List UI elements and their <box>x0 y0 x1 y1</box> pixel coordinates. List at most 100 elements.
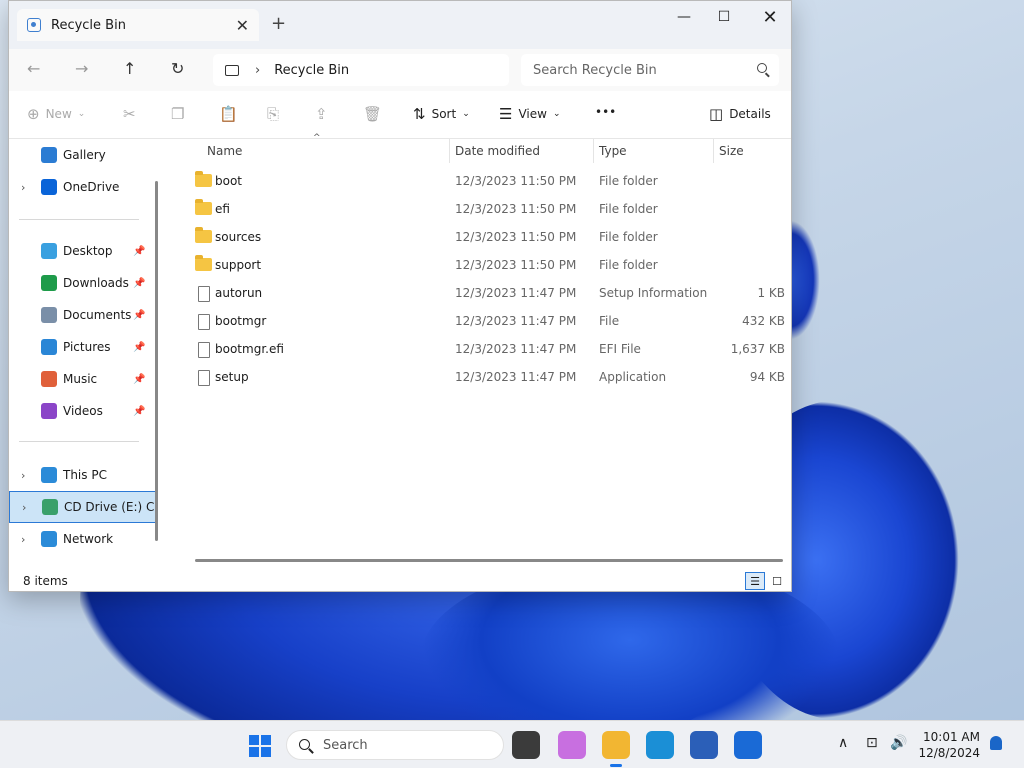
cell-date: 12/3/2023 11:47 PM <box>455 370 577 384</box>
refresh-button[interactable]: ↻ <box>171 59 184 78</box>
cell-name: boot <box>215 174 243 188</box>
notification-bell-icon[interactable] <box>990 736 1002 750</box>
forward-button[interactable]: → <box>75 59 88 78</box>
folder-icon <box>41 403 57 419</box>
file-icon <box>198 370 210 386</box>
cell-date: 12/3/2023 11:50 PM <box>455 174 577 188</box>
view-button[interactable]: ☰ View ⌄ <box>499 105 560 123</box>
maximize-button[interactable]: ☐ <box>701 1 747 33</box>
table-row[interactable]: efi 12/3/2023 11:50 PM File folder <box>181 195 781 223</box>
network-icon[interactable]: ⊡ <box>866 735 878 751</box>
search-icon <box>757 63 767 73</box>
table-row[interactable]: autorun 12/3/2023 11:47 PM Setup Informati… <box>181 279 785 307</box>
column-divider[interactable] <box>593 139 594 163</box>
sidebar-item-network[interactable]: › Network <box>9 523 157 555</box>
cut-button[interactable]: ✂ <box>123 105 136 123</box>
column-divider[interactable] <box>449 139 450 163</box>
file-icon <box>198 286 210 302</box>
breadcrumb-item[interactable]: Recycle Bin <box>274 63 349 78</box>
windows-logo-icon <box>261 747 271 757</box>
table-row[interactable]: bootmgr 12/3/2023 11:47 PM File 432 KB <box>181 307 785 335</box>
up-button[interactable]: ↑ <box>123 59 136 78</box>
file-icon <box>198 314 210 330</box>
details-pane-icon: ◫ <box>709 105 724 123</box>
column-header-name[interactable]: Name <box>207 139 242 163</box>
task-view-icon[interactable] <box>512 731 540 759</box>
cell-size: 94 KB <box>749 370 785 384</box>
sort-button[interactable]: ⇅ Sort ⌄ <box>413 105 470 123</box>
copy-button[interactable]: ❐ <box>171 105 184 123</box>
volume-icon[interactable]: 🔊 <box>890 735 907 751</box>
table-row[interactable]: bootmgr.efi 12/3/2023 11:47 PM EFI File 1,6… <box>181 335 785 363</box>
sidebar-item-onedrive[interactable]: › OneDrive <box>9 171 157 203</box>
cell-name: bootmgr.efi <box>215 342 284 356</box>
close-window-button[interactable]: ✕ <box>747 1 793 33</box>
more-options-button[interactable]: ••• <box>595 105 616 119</box>
pin-icon: 📌 <box>133 405 146 417</box>
column-header-type[interactable]: Type <box>599 139 627 163</box>
folder-icon <box>41 307 57 323</box>
sort-label: Sort <box>431 107 457 121</box>
edge-icon[interactable] <box>646 731 674 759</box>
chevron-right-icon[interactable]: › <box>255 63 260 78</box>
sidebar-item-cd-drive-e-cc[interactable]: › CD Drive (E:) CC <box>9 491 157 523</box>
details-pane-button[interactable]: ◫ Details <box>709 105 771 123</box>
column-divider[interactable] <box>713 139 714 163</box>
navigation-pane: Gallery › OneDrive Desktop 📌 Downloads 📌 Docume… <box>9 139 157 571</box>
windows-logo-icon <box>249 735 259 745</box>
cell-type: Application <box>599 370 667 384</box>
table-row[interactable]: support 12/3/2023 11:50 PM File folder <box>181 251 781 279</box>
start-button[interactable] <box>249 735 271 757</box>
cell-date: 12/3/2023 11:47 PM <box>455 342 577 356</box>
title-bar: Recycle Bin ✕ + — ☐ ✕ <box>9 1 791 49</box>
tiles-view-button[interactable]: ☐ <box>767 572 787 590</box>
paste-button[interactable]: 📋 <box>219 105 238 123</box>
breadcrumb[interactable]: › Recycle Bin <box>213 54 509 86</box>
expand-chevron-icon[interactable]: › <box>22 501 26 514</box>
rename-button[interactable]: ⎘ <box>267 105 279 123</box>
expand-chevron-icon[interactable]: › <box>21 469 25 482</box>
table-row[interactable]: setup 12/3/2023 11:47 PM Application 94 KB <box>181 363 785 391</box>
cell-name: support <box>215 258 262 272</box>
file-explorer-icon[interactable] <box>602 731 630 767</box>
cell-date: 12/3/2023 11:50 PM <box>455 230 577 244</box>
copy-icon: ❐ <box>171 105 185 123</box>
column-header-size[interactable]: Size <box>719 139 744 163</box>
sidebar-item-this-pc[interactable]: › This PC <box>9 459 157 491</box>
back-button[interactable]: ← <box>27 59 40 78</box>
expand-chevron-icon[interactable]: › <box>21 181 25 194</box>
sidebar-item-documents[interactable]: Documents 📌 <box>9 299 157 331</box>
tab-close-button[interactable]: ✕ <box>236 16 249 35</box>
cell-name: sources <box>215 230 262 244</box>
taskbar-search-box[interactable]: Search <box>286 730 504 760</box>
delete-button[interactable]: 🗑 <box>363 105 382 123</box>
table-row[interactable]: sources 12/3/2023 11:50 PM File folder <box>181 223 781 251</box>
horizontal-scrollbar[interactable] <box>195 559 783 562</box>
copilot-icon[interactable] <box>558 731 586 759</box>
item-count: 8 items <box>23 574 68 588</box>
clock[interactable]: 10:01 AM 12/8/2024 <box>912 729 980 761</box>
search-icon <box>299 739 310 750</box>
column-header-date[interactable]: Date modified <box>455 139 540 163</box>
sidebar-item-pictures[interactable]: Pictures 📌 <box>9 331 157 363</box>
share-button[interactable]: ⇪ <box>315 105 328 123</box>
search-input[interactable]: Search Recycle Bin <box>521 54 779 86</box>
clock-date: 12/8/2024 <box>918 746 980 760</box>
show-hidden-icons-button[interactable]: ∧ <box>838 735 848 751</box>
expand-chevron-icon[interactable]: › <box>21 533 25 546</box>
table-row[interactable]: boot 12/3/2023 11:50 PM File folder <box>181 167 781 195</box>
store-icon[interactable] <box>690 731 718 759</box>
chevron-down-icon: ⌄ <box>462 109 470 119</box>
navigation-scrollbar[interactable] <box>155 181 158 541</box>
folder-icon <box>41 531 57 547</box>
sidebar-item-downloads[interactable]: Downloads 📌 <box>9 267 157 299</box>
new-button[interactable]: ⊕ New ⌄ <box>27 105 85 123</box>
details-view-button[interactable]: ☰ <box>745 572 765 590</box>
new-tab-button[interactable]: + <box>271 13 286 34</box>
tab-recycle-bin[interactable]: Recycle Bin ✕ <box>17 9 259 41</box>
outlook-icon[interactable] <box>734 731 762 759</box>
sidebar-item-videos[interactable]: Videos 📌 <box>9 395 157 427</box>
sidebar-item-music[interactable]: Music 📌 <box>9 363 157 395</box>
sidebar-item-gallery[interactable]: Gallery <box>9 139 157 171</box>
sidebar-item-desktop[interactable]: Desktop 📌 <box>9 235 157 267</box>
